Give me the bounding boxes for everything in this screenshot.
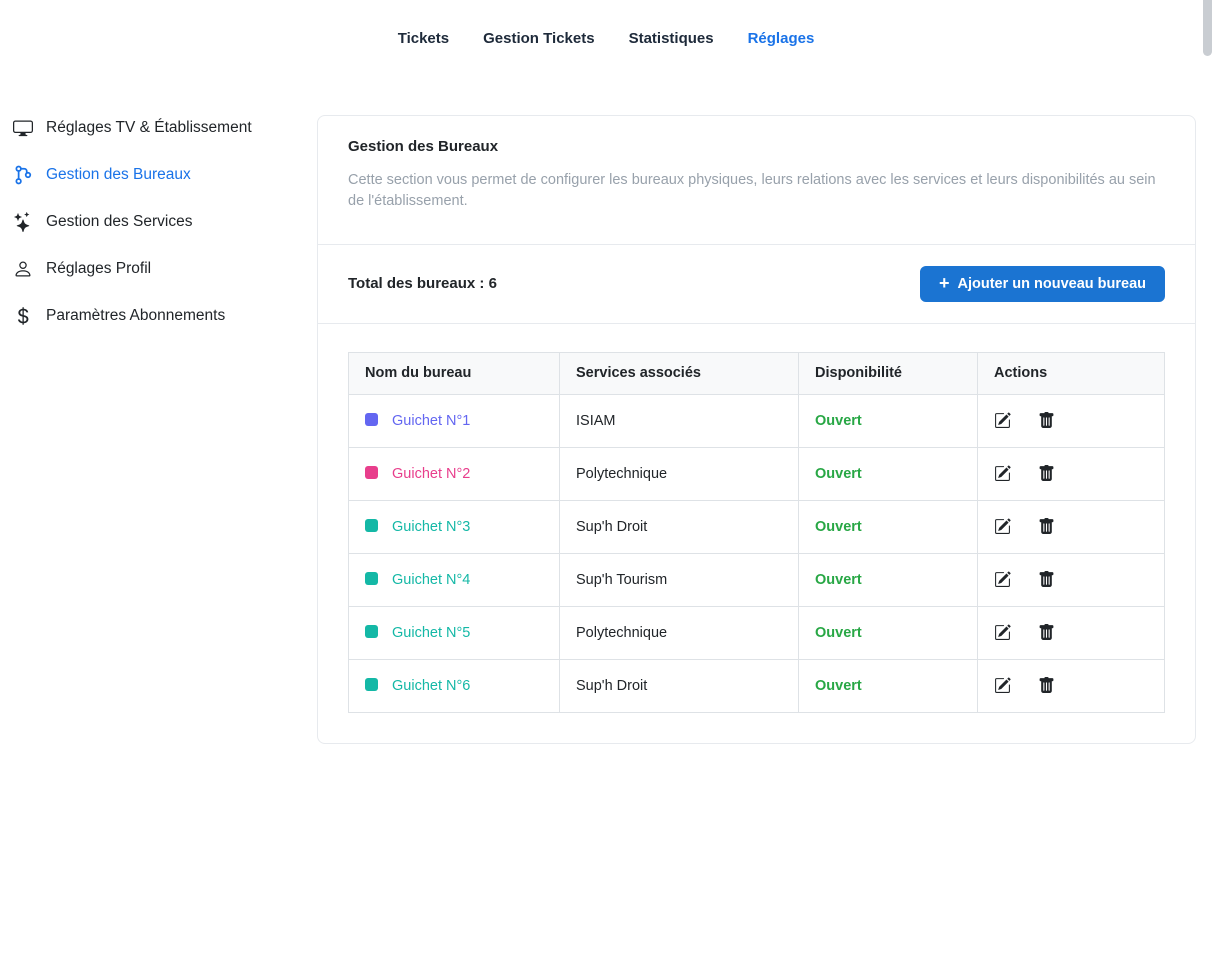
sidebar-item-parametres-abonnements[interactable]: Paramètres Abonnements (12, 292, 308, 339)
column-header-nom: Nom du bureau (349, 352, 560, 394)
bureau-service: Sup'h Droit (560, 659, 799, 712)
bureau-name-link[interactable]: Guichet N°3 (392, 519, 470, 535)
bureau-color-dot (365, 413, 378, 426)
bureaux-table-section: Nom du bureau Services associés Disponib… (318, 324, 1195, 743)
delete-button[interactable] (1038, 567, 1066, 592)
bureaux-settings-card: Gestion des Bureaux Cette section vous p… (317, 115, 1196, 744)
page-scrollbar-thumb[interactable] (1203, 0, 1212, 56)
bureau-service: Polytechnique (560, 447, 799, 500)
sidebar-item-label: Réglages TV & Établissement (46, 119, 252, 137)
bureau-name-link[interactable]: Guichet N°5 (392, 625, 470, 641)
sidebar-item-label: Réglages Profil (46, 260, 151, 278)
settings-sidebar: Réglages TV & Établissement Gestion des … (12, 104, 308, 339)
bureau-name-link[interactable]: Guichet N°1 (392, 413, 470, 429)
add-bureau-button-label: Ajouter un nouveau bureau (957, 276, 1146, 292)
plus-icon: + (939, 274, 950, 292)
bureau-name-link[interactable]: Guichet N°6 (392, 678, 470, 694)
table-row: Guichet N°4 Sup'h Tourism Ouvert (349, 553, 1165, 606)
sidebar-item-reglages-profil[interactable]: Réglages Profil (12, 245, 308, 292)
edit-button[interactable] (994, 620, 1022, 645)
edit-button[interactable] (994, 461, 1022, 486)
table-row: Guichet N°3 Sup'h Droit Ouvert (349, 500, 1165, 553)
column-header-services: Services associés (560, 352, 799, 394)
sidebar-item-label: Gestion des Bureaux (46, 166, 191, 184)
card-subtitle: Cette section vous permet de configurer … (348, 170, 1165, 214)
availability-status: Ouvert (799, 500, 978, 553)
monitor-icon (12, 117, 33, 138)
table-body: Guichet N°1 ISIAM Ouvert Guichet N°2 Pol… (349, 394, 1165, 712)
sidebar-item-reglages-tv[interactable]: Réglages TV & Établissement (12, 104, 308, 151)
total-bureaux-label: Total des bureaux : 6 (348, 275, 497, 292)
sidebar-item-gestion-bureaux[interactable]: Gestion des Bureaux (12, 151, 308, 198)
availability-status: Ouvert (799, 394, 978, 447)
tab-statistiques[interactable]: Statistiques (629, 30, 714, 47)
bureau-service: Polytechnique (560, 606, 799, 659)
person-icon (12, 258, 33, 279)
table-row: Guichet N°2 Polytechnique Ouvert (349, 447, 1165, 500)
availability-status: Ouvert (799, 606, 978, 659)
bureau-color-dot (365, 625, 378, 638)
card-header: Gestion des Bureaux Cette section vous p… (318, 116, 1195, 245)
bureau-color-dot (365, 678, 378, 691)
dollar-icon (12, 305, 33, 326)
availability-status: Ouvert (799, 553, 978, 606)
sidebar-item-label: Gestion des Services (46, 213, 192, 231)
tab-tickets[interactable]: Tickets (398, 30, 449, 47)
column-header-disponibilite: Disponibilité (799, 352, 978, 394)
edit-button[interactable] (994, 567, 1022, 592)
bureau-color-dot (365, 572, 378, 585)
summary-bar: Total des bureaux : 6 + Ajouter un nouve… (318, 245, 1195, 324)
bureau-service: Sup'h Droit (560, 500, 799, 553)
bureau-color-dot (365, 519, 378, 532)
table-row: Guichet N°1 ISIAM Ouvert (349, 394, 1165, 447)
column-header-actions: Actions (978, 352, 1165, 394)
workflow-icon (12, 164, 33, 185)
bureau-name-link[interactable]: Guichet N°4 (392, 572, 470, 588)
sparkles-icon (12, 211, 33, 232)
delete-button[interactable] (1038, 673, 1066, 698)
sidebar-item-gestion-services[interactable]: Gestion des Services (12, 198, 308, 245)
card-title: Gestion des Bureaux (348, 138, 1165, 155)
table-row: Guichet N°6 Sup'h Droit Ouvert (349, 659, 1165, 712)
bureau-service: Sup'h Tourism (560, 553, 799, 606)
add-bureau-button[interactable]: + Ajouter un nouveau bureau (920, 266, 1165, 302)
delete-button[interactable] (1038, 620, 1066, 645)
delete-button[interactable] (1038, 461, 1066, 486)
availability-status: Ouvert (799, 659, 978, 712)
delete-button[interactable] (1038, 514, 1066, 539)
bureau-service: ISIAM (560, 394, 799, 447)
availability-status: Ouvert (799, 447, 978, 500)
bureau-color-dot (365, 466, 378, 479)
edit-button[interactable] (994, 673, 1022, 698)
tab-reglages[interactable]: Réglages (748, 30, 815, 47)
edit-button[interactable] (994, 514, 1022, 539)
sidebar-item-label: Paramètres Abonnements (46, 307, 225, 325)
table-header-row: Nom du bureau Services associés Disponib… (349, 352, 1165, 394)
bureau-name-link[interactable]: Guichet N°2 (392, 466, 470, 482)
tab-gestion-tickets[interactable]: Gestion Tickets (483, 30, 594, 47)
table-row: Guichet N°5 Polytechnique Ouvert (349, 606, 1165, 659)
bureaux-table: Nom du bureau Services associés Disponib… (348, 352, 1165, 713)
delete-button[interactable] (1038, 408, 1066, 433)
top-navigation: Tickets Gestion Tickets Statistiques Rég… (0, 0, 1212, 47)
edit-button[interactable] (994, 408, 1022, 433)
